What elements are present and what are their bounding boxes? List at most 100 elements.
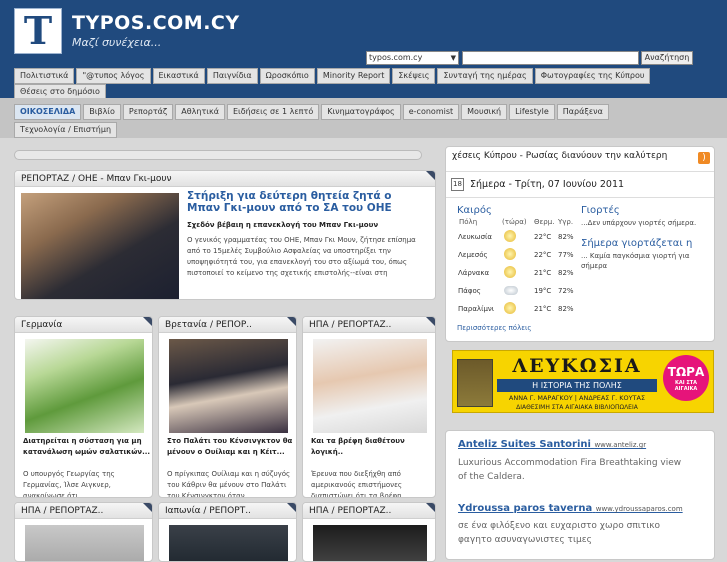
nav-tab[interactable]: Μουσική [461, 104, 508, 120]
news-card: ΗΠΑ / ΡΕΠΟΡΤΑΖ.. [302, 502, 436, 562]
search-button[interactable]: Αναζήτηση [641, 51, 693, 65]
logo-letter: T [23, 8, 53, 53]
book-ad-banner[interactable]: ΛΕΥΚΩΣΙΑ Η ΙΣΤΟΡΙΑ ΤΗΣ ΠΟΛΗΣ ΑΝΝΑ Γ. ΜΑΡ… [452, 350, 714, 413]
featured-subhead: Σχεδόν βέβαιη η επανεκλογή του Μπαν Γκι-… [187, 221, 379, 229]
search-scope-value: typos.com.cy [369, 53, 423, 62]
weather-header-city: Πόλη [459, 218, 478, 226]
nav-tab[interactable]: Εικαστικά [152, 68, 205, 84]
news-card-photo[interactable] [169, 525, 288, 561]
news-card-title[interactable]: ΗΠΑ / ΡΕΠΟΡΤΑΖ.. [303, 317, 435, 333]
weather-row: Πάφος 19°C 72% [458, 283, 578, 301]
news-card-title[interactable]: Βρετανία / ΡΕΠΟΡ.. [159, 317, 296, 333]
news-card-photo[interactable] [25, 339, 144, 433]
sun-icon [504, 230, 516, 242]
nav-tab[interactable]: Ωροσκόπιο [259, 68, 315, 84]
news-card: Βρετανία / ΡΕΠΟΡ.. Στο Παλάτι του Κένσιν… [158, 316, 297, 498]
calendar-icon: 18 [451, 178, 464, 191]
nav-tab[interactable]: Σκέψεις [392, 68, 436, 84]
weather-temp: 22°C [534, 233, 552, 241]
news-card: Γερμανία Διατηρείται η σύσταση για μη κα… [14, 316, 153, 498]
nav-tab[interactable]: Lifestyle [509, 104, 555, 120]
weather-city: Παραλίμνι [458, 305, 495, 313]
sponsored-link-url[interactable]: www.anteliz.gr [594, 441, 646, 449]
weather-temp: 21°C [534, 305, 552, 313]
weather-humidity: 82% [558, 269, 574, 277]
weather-city: Λεμεσός [458, 251, 488, 259]
nav-tab[interactable]: "@τυπος λόγος [76, 68, 151, 84]
nav-tab[interactable]: Πολιτιστικά [14, 68, 75, 84]
news-card-body: Ο υπουργός Γεωργίας της Γερμανίας, Ίλσε … [23, 470, 115, 498]
news-card-title[interactable]: ΗΠΑ / ΡΕΠΟΡΤΑΖ.. [15, 503, 152, 519]
nav-tab[interactable]: Συνταγή της ημέρας [437, 68, 533, 84]
weather-title: Καιρός [457, 205, 492, 216]
nav-secondary-row-1: ΟΙΚΟΣΕΛΙΔΑ Βιβλίο Ρεπορτάζ Αθλητικά Ειδή… [14, 104, 609, 120]
search-input[interactable] [462, 51, 639, 65]
ad-title: ΛΕΥΚΩΣΙΑ [512, 355, 642, 377]
nav-tab[interactable]: Αθλητικά [175, 104, 225, 120]
news-card-photo[interactable] [313, 339, 427, 433]
news-card-title[interactable]: ΗΠΑ / ΡΕΠΟΡΤΑΖ.. [303, 503, 435, 519]
nav-tab[interactable]: Ειδήσεις σε 1 λεπτό [226, 104, 320, 120]
weather-humidity: 72% [558, 287, 574, 295]
ad-availability: ΔΙΑΘΕΣΙΜΗ ΣΤΑ ΑΙΓΑΙΑΚΑ ΒΙΒΛΙΟΠΩΛΕΙΑ [516, 404, 638, 411]
world-days-text: σήμερα [581, 262, 608, 270]
sponsored-link-desc: σε ένα φιλόξενο και ευχαριστο χωρο σπιτι… [458, 521, 661, 531]
news-card-body: Ο πρίγκιπας Ουίλιαμ και η σύζυγός του Κά… [167, 470, 291, 498]
weather-humidity: 82% [558, 233, 574, 241]
news-card-title[interactable]: Ιαπωνία / ΡΕΠΟΡΤ.. [159, 503, 296, 519]
featured-photo[interactable] [21, 193, 179, 299]
site-name[interactable]: TYPOS.COM.CY [72, 12, 240, 34]
ad-badge: ΤΩΡΑ ΚΑΙ ΣΤΑ ΑΙΓΑΙΚΑ [663, 355, 709, 401]
news-card-caption[interactable]: Στο Παλάτι του Κένσινγκτον θα μένουν ο Ο… [167, 436, 295, 458]
corner-arrow-icon [426, 317, 435, 326]
sun-icon [504, 248, 516, 260]
today-date: Σήμερα - Τρίτη, 07 Ιουνίου 2011 [470, 179, 625, 190]
news-card-title[interactable]: Γερμανία [15, 317, 152, 333]
name-days-text: ...Δεν υπάρχουν γιορτές σήμερα. [581, 219, 697, 227]
site-logo[interactable]: T [14, 8, 62, 54]
name-days-title: Γιορτές [581, 205, 620, 216]
news-card-body: Έρευνα που διεξήχθη από αμερικανούς επισ… [311, 470, 402, 498]
sponsored-link-url[interactable]: www.ydroussaparos.com [596, 505, 683, 513]
rss-icon[interactable]: ) [698, 152, 710, 164]
news-ticker-bar [14, 150, 422, 160]
chevron-down-icon: ▼ [450, 54, 456, 62]
nav-tab[interactable]: Τεχνολογία / Επιστήμη [14, 122, 118, 138]
weather-city: Λευκωσία [458, 233, 493, 241]
nav-tab[interactable]: Βιβλίο [83, 104, 121, 120]
weather-header-temp: Θερμ. [534, 218, 555, 226]
nav-tab[interactable]: Κινηματογράφος [321, 104, 401, 120]
search-scope-select[interactable]: typos.com.cy ▼ [366, 51, 459, 65]
weather-humidity: 82% [558, 305, 574, 313]
corner-arrow-icon [426, 171, 435, 180]
featured-story-panel: ΡΕΠΟΡΤΑΖ / ΟΗΕ - Μπαν Γκι-μουν Στήριξη γ… [14, 170, 436, 300]
weather-row: Λευκωσία 22°C 82% [458, 229, 578, 247]
right-headline[interactable]: χέσεις Κύπρου - Ρωσίας διανύουν την καλύ… [452, 151, 667, 161]
corner-arrow-icon [287, 503, 296, 512]
weather-humidity: 77% [558, 251, 574, 259]
more-cities-link[interactable]: Περισσότερες πόλεις [457, 324, 531, 332]
featured-section-title[interactable]: ΡΕΠΟΡΤΑΖ / ΟΗΕ - Μπαν Γκι-μουν [15, 171, 435, 187]
news-card-caption[interactable]: Διατηρείται η σύσταση για μη κατανάλωση … [23, 436, 151, 458]
sponsored-link-title[interactable]: Anteliz Suites Santorini www.anteliz.gr [458, 439, 646, 450]
site-tagline: Μαζί συνέχεια... [72, 36, 162, 49]
news-card: ΗΠΑ / ΡΕΠΟΡΤΑΖ.. Και τα βρέφη διαθέτουν … [302, 316, 436, 498]
news-card-photo[interactable] [313, 525, 427, 561]
sponsored-link-title[interactable]: Ydroussa paros taverna www.ydroussaparos… [458, 503, 683, 514]
nav-tab-home[interactable]: ΟΙΚΟΣΕΛΙΔΑ [14, 104, 82, 120]
nav-tab[interactable]: e-conomist [402, 104, 460, 120]
nav-tab[interactable]: Παιγνίδια [206, 68, 258, 84]
news-card-caption[interactable]: Και τα βρέφη διαθέτουν λογική.. [311, 436, 433, 458]
news-card-photo[interactable] [169, 339, 288, 433]
nav-tab[interactable]: Ρεπορτάζ [122, 104, 174, 120]
featured-headline[interactable]: Στήριξη για δεύτερη θητεία ζητά ο Μπαν Γ… [187, 190, 427, 214]
corner-arrow-icon [143, 317, 152, 326]
corner-arrow-icon [143, 503, 152, 512]
news-card-photo[interactable] [25, 525, 144, 561]
weather-row: Παραλίμνι 21°C 82% [458, 301, 578, 319]
weather-city: Λάρνακα [458, 269, 490, 277]
nav-tab[interactable]: Minority Report [316, 68, 391, 84]
nav-tab[interactable]: Φωτογραφίες της Κύπρου [534, 68, 651, 84]
nav-tab[interactable]: Παράξενα [556, 104, 609, 120]
sun-icon [504, 302, 516, 314]
